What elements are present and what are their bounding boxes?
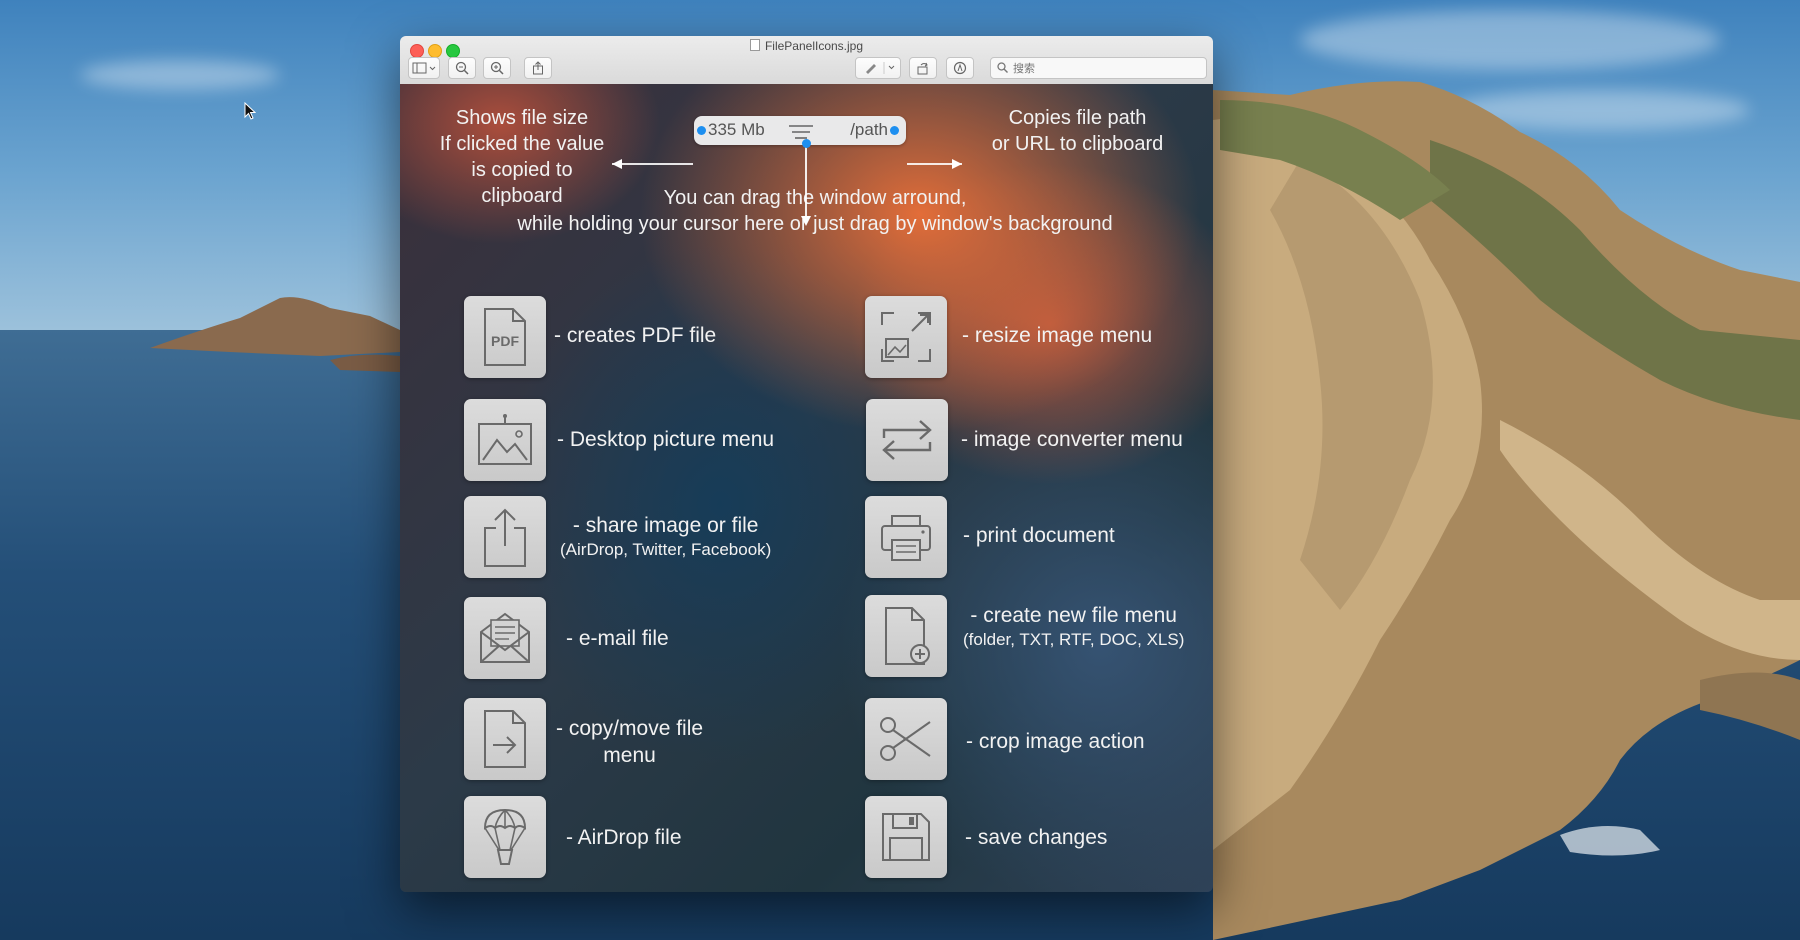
feature-label: - creates PDF file <box>554 324 717 347</box>
drag-indicator-dot <box>802 139 811 148</box>
feature-label: - copy/move file menu <box>556 717 704 767</box>
share-icon <box>484 508 526 567</box>
feature-label: - print document <box>963 524 1115 547</box>
file-path-value[interactable]: /path <box>850 120 888 140</box>
feature-label: - Desktop picture menu <box>557 428 775 451</box>
zoom-in-icon <box>490 61 504 75</box>
feature-label: - e-mail file <box>566 627 669 650</box>
pdf-button[interactable]: PDF <box>464 296 546 378</box>
zoom-out-button[interactable] <box>448 57 476 79</box>
crop-image-button[interactable] <box>865 698 947 780</box>
new-file-icon <box>885 607 930 665</box>
search-input[interactable] <box>1011 59 1200 77</box>
feature-label: - share image or file (AirDrop, Twitter, … <box>560 514 772 559</box>
window-title: FilePanelIcons.jpg <box>400 39 1213 53</box>
resize-image-icon <box>881 312 931 362</box>
sidebar-toggle-button[interactable] <box>408 57 440 79</box>
email-icon <box>480 612 530 663</box>
copy-move-file-button[interactable] <box>464 698 546 780</box>
desktop-picture-icon <box>478 414 532 465</box>
path-indicator-dot <box>890 126 899 135</box>
copy-move-file-icon <box>484 710 526 768</box>
document-icon <box>749 39 760 51</box>
markup-pen-button[interactable] <box>855 57 901 79</box>
image-canvas: Shows file size If clicked the value is … <box>400 84 1213 892</box>
share-button[interactable] <box>464 496 546 578</box>
airdrop-icon <box>483 808 527 865</box>
desktop-picture-button[interactable] <box>464 399 546 481</box>
image-converter-icon <box>882 420 932 460</box>
rotate-button[interactable] <box>909 57 937 79</box>
resize-image-button[interactable] <box>865 296 947 378</box>
svg-text:PDF: PDF <box>491 333 519 349</box>
feature-label: - save changes <box>965 826 1108 849</box>
share-icon <box>533 61 543 75</box>
mouse-cursor-icon <box>244 102 256 120</box>
email-button[interactable] <box>464 597 546 679</box>
pdf-icon: PDF <box>484 308 526 366</box>
annotation-arrows <box>612 146 962 226</box>
share-toolbar-button[interactable] <box>524 57 552 79</box>
zoom-out-icon <box>455 61 469 75</box>
sidebar-icon <box>412 62 436 74</box>
search-field[interactable] <box>990 57 1207 79</box>
scissors-icon <box>880 717 931 761</box>
window-titlebar[interactable]: FilePanelIcons.jpg <box>400 36 1213 85</box>
drag-handle-icon[interactable] <box>788 124 814 140</box>
print-icon <box>881 515 931 561</box>
size-indicator-dot <box>697 126 706 135</box>
file-panel-bar[interactable]: 335 Mb /path <box>694 116 906 145</box>
feature-label: - image converter menu <box>961 428 1183 451</box>
new-file-button[interactable] <box>865 595 947 677</box>
search-icon <box>997 62 1008 73</box>
zoom-in-button[interactable] <box>483 57 511 79</box>
print-button[interactable] <box>865 496 947 578</box>
feature-label: - crop image action <box>966 730 1145 753</box>
pen-icon <box>866 62 895 74</box>
feature-label: - AirDrop file <box>566 826 682 849</box>
airdrop-button[interactable] <box>464 796 546 878</box>
rotate-icon <box>917 62 928 75</box>
floppy-disk-icon <box>882 813 930 861</box>
window-title-text: FilePanelIcons.jpg <box>764 39 864 53</box>
file-size-value[interactable]: 335 Mb <box>708 120 765 140</box>
feature-label: - create new file menu (folder, TXT, RTF,… <box>963 604 1185 649</box>
annotate-button[interactable] <box>946 57 974 79</box>
preview-window[interactable]: FilePanelIcons.jpg Shows fi <box>400 36 1213 892</box>
save-changes-button[interactable] <box>865 796 947 878</box>
feature-label: - resize image menu <box>962 324 1153 347</box>
markup-icon <box>953 61 967 75</box>
image-converter-button[interactable] <box>866 399 948 481</box>
